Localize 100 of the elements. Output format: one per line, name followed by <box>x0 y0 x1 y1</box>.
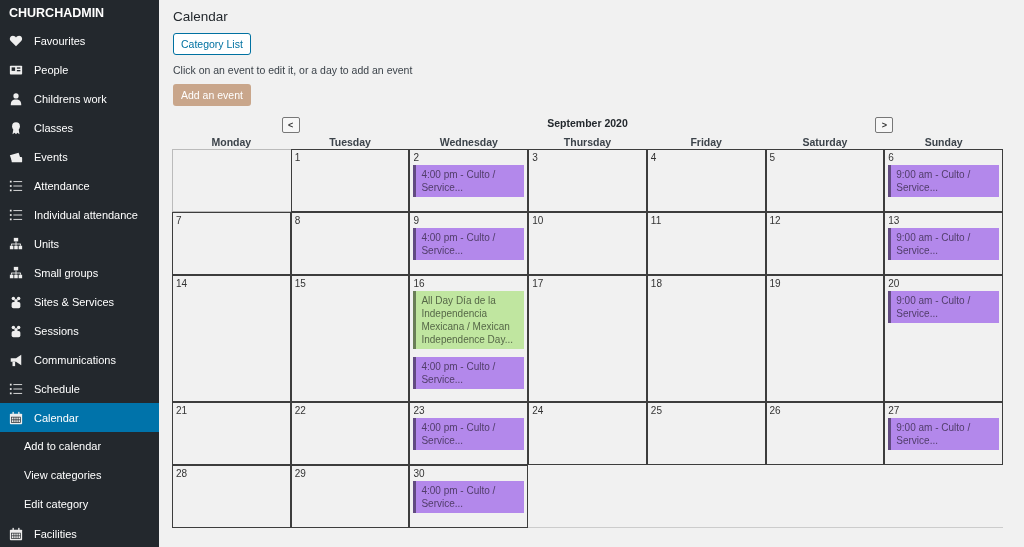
day-cell[interactable]: 27 9:00 am - Culto / Service... <box>884 402 1003 465</box>
day-number: 17 <box>532 278 544 289</box>
month-title: September 2020 <box>546 117 629 129</box>
event-entry[interactable]: 9:00 am - Culto / Service... <box>888 291 999 323</box>
day-cell[interactable]: 19 <box>765 275 885 402</box>
day-cell[interactable]: 15 <box>290 275 410 402</box>
day-cell[interactable]: 28 <box>172 465 291 528</box>
day-cell[interactable]: 12 <box>765 212 885 275</box>
sidebar-item[interactable]: Units <box>0 229 159 258</box>
day-number: 18 <box>650 278 662 289</box>
day-number: 4 <box>650 152 657 163</box>
day-number: 23 <box>413 405 425 416</box>
day-cell[interactable]: 3 <box>528 149 647 212</box>
event-entry[interactable]: 9:00 am - Culto / Service... <box>888 228 999 260</box>
event-entry[interactable]: 4:00 pm - Culto / Service... <box>413 228 525 260</box>
day-number: 21 <box>176 405 188 416</box>
sidebar-item[interactable]: Favourites <box>0 26 159 55</box>
day-number: 14 <box>176 278 188 289</box>
page-title: Calendar <box>173 9 229 24</box>
day-cell[interactable]: 8 <box>290 212 410 275</box>
weekday-header: Saturday <box>801 135 849 149</box>
day-number: 28 <box>176 468 188 479</box>
sidebar-item[interactable]: Facilities <box>0 519 159 547</box>
day-cell[interactable]: 2 4:00 pm - Culto / Service... <box>409 149 529 212</box>
day-cell[interactable]: 26 <box>765 402 885 465</box>
person-icon <box>9 91 23 106</box>
list-icon <box>9 381 23 396</box>
event-entry[interactable]: All Day Día de la Independencia Mexicana / Mexican Independence Day... <box>413 291 525 349</box>
day-cell[interactable]: 6 9:00 am - Culto / Service... <box>884 149 1003 212</box>
day-number: 3 <box>532 152 538 163</box>
sidebar-item[interactable]: Attendance <box>0 171 159 200</box>
org-chart-icon <box>9 236 23 251</box>
day-number: 2 <box>413 152 419 163</box>
day-cell[interactable]: 24 <box>528 402 647 465</box>
sidebar-item[interactable]: Sessions <box>0 316 159 345</box>
submenu-item[interactable]: Add to calendar <box>0 432 159 461</box>
event-entry[interactable]: 9:00 am - Culto / Service... <box>888 418 999 450</box>
day-cell[interactable]: 17 <box>528 275 647 402</box>
sidebar-item[interactable]: Events <box>0 142 159 171</box>
sidebar-item[interactable]: People <box>0 55 159 84</box>
next-month-button[interactable]: > <box>875 117 894 133</box>
weekday-header: Sunday <box>923 135 964 149</box>
day-cell[interactable]: 9 4:00 pm - Culto / Service... <box>409 212 529 275</box>
sidebar-item[interactable]: Classes <box>0 113 159 142</box>
sidebar-item[interactable]: Childrens work <box>0 84 159 113</box>
day-cell[interactable]: 5 <box>765 149 885 212</box>
day-number: 7 <box>176 215 182 226</box>
sidebar-item[interactable]: Schedule <box>0 374 159 403</box>
calendar-icon <box>9 410 23 425</box>
day-number: 6 <box>888 152 894 163</box>
event-entry[interactable]: 4:00 pm - Culto / Service... <box>413 418 525 450</box>
sidebar-item[interactable]: Small groups <box>0 258 159 287</box>
sidebar-item[interactable]: Sites & Services <box>0 287 159 316</box>
day-cell[interactable]: 25 <box>646 402 766 465</box>
day-number: 30 <box>413 468 425 479</box>
day-cell[interactable]: 7 <box>172 212 291 275</box>
day-number: 25 <box>650 405 662 416</box>
submenu-item[interactable]: Edit category <box>0 490 159 519</box>
day-number: 11 <box>650 215 662 226</box>
sidebar-item[interactable]: Communications <box>0 345 159 374</box>
rosette-icon <box>9 120 23 135</box>
day-cell[interactable]: 10 <box>528 212 647 275</box>
day-cell[interactable]: 18 <box>646 275 766 402</box>
day-cell[interactable]: 29 <box>290 465 410 528</box>
event-entry[interactable]: 4:00 pm - Culto / Service... <box>413 165 525 197</box>
day-cell[interactable]: 1 <box>290 149 410 212</box>
submenu-item[interactable]: View categories <box>0 461 159 490</box>
day-cell[interactable]: 22 <box>290 402 410 465</box>
day-cell[interactable]: 14 <box>172 275 291 402</box>
sidebar-item[interactable]: Individual attendance <box>0 200 159 229</box>
category-list-button[interactable]: Category List <box>173 33 251 55</box>
day-cell[interactable]: 23 4:00 pm - Culto / Service... <box>409 402 529 465</box>
day-cell[interactable]: 30 4:00 pm - Culto / Service... <box>409 465 529 528</box>
day-cell[interactable]: 20 9:00 am - Culto / Service... <box>884 275 1003 402</box>
day-cell[interactable]: 11 <box>646 212 766 275</box>
day-number: 15 <box>294 278 306 289</box>
event-entry[interactable]: 4:00 pm - Culto / Service... <box>413 481 525 513</box>
day-number: 12 <box>769 215 781 226</box>
sidebar-item[interactable]: Calendar <box>0 403 159 432</box>
org-chart-icon <box>9 265 23 280</box>
day-cell[interactable]: 13 9:00 am - Culto / Service... <box>884 212 1003 275</box>
day-number: 16 <box>413 278 425 289</box>
instruction-text: Click on an event to edit it, or a day to add an event <box>173 64 414 76</box>
brand-logo: CHURCHADMIN <box>8 6 106 22</box>
weekday-header: Tuesday <box>328 135 372 149</box>
heart-icon <box>9 33 23 48</box>
day-cell[interactable]: 4 <box>646 149 766 212</box>
day-number: 22 <box>294 405 306 416</box>
people-group-icon <box>9 294 23 309</box>
megaphone-icon <box>9 352 23 367</box>
day-cell[interactable]: 21 <box>172 402 291 465</box>
day-number: 8 <box>294 215 301 226</box>
day-number: 9 <box>413 215 419 226</box>
day-number: 20 <box>888 278 900 289</box>
day-number: 24 <box>532 405 544 416</box>
previous-month-button[interactable]: < <box>281 117 300 133</box>
event-entry[interactable]: 4:00 pm - Culto / Service... <box>413 357 525 389</box>
weekday-header: Wednesday <box>438 135 499 149</box>
event-entry[interactable]: 9:00 am - Culto / Service... <box>888 165 999 197</box>
day-cell[interactable]: 16 All Day Día de la Independencia Mexicana / Mexican Independence Day... 4:00 pm - Culto / Service... <box>409 275 529 402</box>
